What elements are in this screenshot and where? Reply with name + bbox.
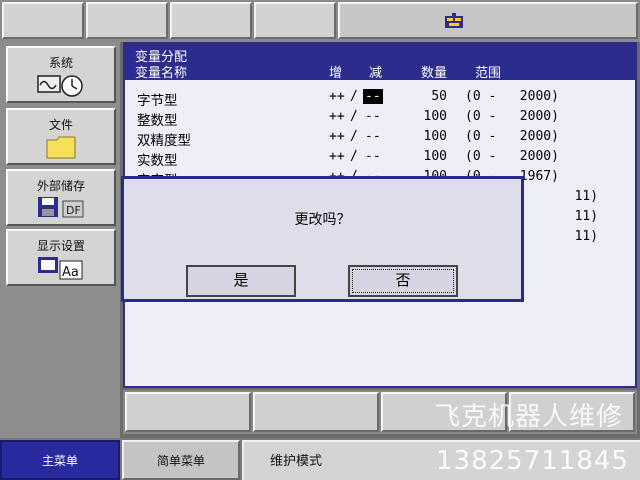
top-toolbar	[0, 0, 640, 42]
table-row[interactable]: 整数型 ++ / -- 100 (0 - 2000)	[125, 108, 635, 129]
table-row[interactable]: 字节型 ++ / -- 50 (0 - 2000)	[125, 88, 635, 109]
row-inc[interactable]: ++	[329, 129, 345, 144]
simple-menu-button[interactable]: 简单菜单	[122, 440, 240, 480]
function-key-1[interactable]	[125, 392, 251, 432]
row-range: (0 - 2000)	[465, 89, 559, 104]
sidebar-item-file[interactable]: 文件	[6, 108, 116, 165]
row-range: (0 - 2000)	[465, 149, 559, 164]
confirm-dialog: 更改吗？ 是 否	[121, 176, 524, 302]
toolbar-button-4[interactable]	[254, 2, 336, 39]
yes-button[interactable]: 是	[186, 265, 296, 297]
header-inc: 增	[329, 66, 343, 81]
function-key-2[interactable]	[253, 392, 379, 432]
row-separator: /	[350, 149, 358, 164]
header-count: 数量	[421, 66, 448, 81]
external-storage-icon: DF	[8, 195, 114, 221]
row-dec[interactable]: --	[365, 109, 381, 124]
row-inc[interactable]: ++	[329, 89, 345, 104]
toolbar-button-2[interactable]	[86, 2, 168, 39]
row-name: 实数型	[137, 153, 178, 169]
table-row[interactable]: 实数型 ++ / -- 100 (0 - 2000)	[125, 148, 635, 169]
row-dec[interactable]: --	[365, 149, 381, 164]
row-count[interactable]: 100	[409, 109, 447, 124]
sidebar-item-external-storage[interactable]: 外部储存 DF	[6, 169, 116, 226]
header-dec: 减	[369, 66, 383, 81]
row-name: 字节型	[137, 93, 178, 109]
sidebar-item-label: 系统	[48, 56, 73, 70]
main-menu-button[interactable]: 主菜单	[0, 440, 120, 480]
row-separator: /	[350, 129, 358, 144]
sidebar-item-display-settings[interactable]: 显示设置 Aa	[6, 229, 116, 286]
table-row[interactable]: 双精度型 ++ / -- 100 (0 - 2000)	[125, 128, 635, 149]
row-dec-selected[interactable]: --	[363, 89, 383, 104]
svg-text:DF: DF	[66, 204, 81, 217]
row-separator: /	[350, 109, 358, 124]
sidebar-item-label: 文件	[48, 118, 73, 132]
toolbar-button-1[interactable]	[2, 2, 84, 39]
sidebar: 系统 文件 外部储存 DF 显示设置 Aa	[0, 42, 120, 438]
row-name: 双精度型	[137, 133, 191, 149]
sidebar-item-system[interactable]: 系统	[6, 46, 116, 103]
robot-logo-icon	[445, 13, 463, 28]
svg-text:Aa: Aa	[62, 265, 79, 280]
dialog-message: 更改吗？	[294, 212, 351, 228]
sidebar-item-label: 外部储存	[36, 179, 85, 193]
watermark-phone: 13825711845	[436, 446, 629, 476]
row-name: 整数型	[137, 113, 178, 129]
display-settings-icon: Aa	[8, 255, 114, 281]
row-range: (0 - 2000)	[465, 129, 559, 144]
toolbar-button-3[interactable]	[170, 2, 252, 39]
toolbar-status-area[interactable]	[338, 2, 638, 39]
folder-icon	[8, 134, 114, 160]
row-count[interactable]: 100	[409, 149, 447, 164]
row-separator: /	[350, 89, 358, 104]
row-count[interactable]: 100	[409, 129, 447, 144]
header-range: 范围	[475, 66, 502, 81]
sidebar-item-label: 显示设置	[36, 239, 85, 253]
no-button[interactable]: 否	[348, 265, 458, 297]
row-inc[interactable]: ++	[329, 109, 345, 124]
row-range: (0 - 2000)	[465, 109, 559, 124]
window-header: 变量分配 变量名称 增 减 数量 范围	[125, 44, 635, 81]
row-count[interactable]: 50	[409, 89, 447, 104]
header-name: 变量名称	[135, 66, 188, 81]
mode-label: 维护模式	[270, 454, 323, 469]
system-icon	[8, 72, 114, 98]
row-dec[interactable]: --	[365, 129, 381, 144]
watermark-text: 飞克机器人维修	[434, 402, 624, 432]
row-inc[interactable]: ++	[329, 149, 345, 164]
